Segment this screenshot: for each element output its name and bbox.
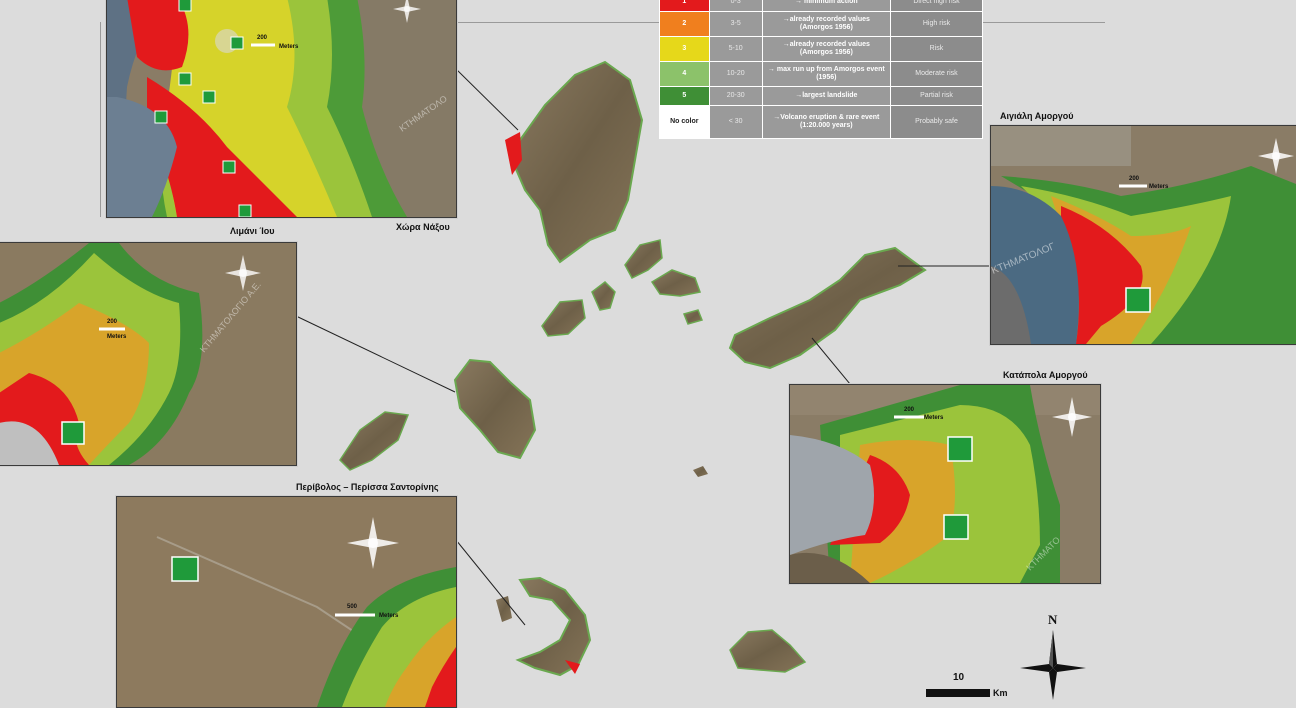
santorini-title: Περίβολος – Περίσσα Σαντορίνης <box>296 482 439 492</box>
small-island <box>650 269 701 297</box>
legend-description: → minimum action <box>761 0 891 12</box>
naxos-scale-unit: Meters <box>279 44 299 50</box>
amorgos-island <box>728 246 927 370</box>
inset-ios: 200 Meters ΚΤΗΜΑΤΟΛΟΓΙΟ Α.Ε. <box>0 242 297 466</box>
inset-katapola: 200 Meters ΚΤΗΜΑΤΟ <box>789 384 1101 584</box>
legend-level: 2 <box>659 11 710 37</box>
santorini-island <box>515 576 592 677</box>
safe-zone-icon <box>1125 287 1151 313</box>
inset-aigiali: 200 Meters ΚΤΗΜΑΤΟΛΟΓ <box>990 125 1296 345</box>
small-island <box>624 239 663 279</box>
inset-santorini: 500 Meters <box>116 496 457 708</box>
safe-zone-icon <box>947 436 973 462</box>
legend-risk: Probably safe <box>889 105 984 139</box>
legend-level: 5 <box>659 86 710 106</box>
naxos-island <box>510 60 644 264</box>
legend-level: 4 <box>659 61 710 87</box>
naxos-scale-value: 200 <box>257 35 268 41</box>
legend-range: < 30 <box>708 105 763 139</box>
legend-description: →already recorded values (Amorgos 1956) <box>761 11 891 37</box>
santorini-scale-value: 500 <box>347 604 358 610</box>
small-island <box>591 281 616 311</box>
legend-row: 5 20-30 →largest landslide Partial risk <box>659 86 984 106</box>
legend-risk: Risk <box>889 36 984 62</box>
legend-risk: Partial risk <box>889 86 984 106</box>
inset-naxos: 200 Meters ΚΤΗΜΑΤΟΛΟ <box>106 0 457 218</box>
anafi-island <box>729 629 807 673</box>
small-island <box>682 309 704 325</box>
legend-risk: High risk <box>889 11 984 37</box>
safe-zone-icon <box>61 421 85 445</box>
katapola-title: Κατάπολα Αμοργού <box>1003 370 1088 380</box>
scalebar-value: 10 <box>953 672 965 683</box>
aigiali-scale-unit: Meters <box>1149 184 1169 190</box>
ios-title: Λιμάνι Ίου <box>230 226 275 236</box>
ios-scale-unit: Meters <box>107 334 127 340</box>
ios-scale-value: 200 <box>107 319 118 325</box>
legend-risk: Direct high risk <box>889 0 984 12</box>
legend-range: 0-3 <box>708 0 763 12</box>
naxos-title: Χώρα Νάξου <box>396 222 450 232</box>
legend-row: 1 0-3 → minimum action Direct high risk <box>659 0 984 12</box>
legend-description: →already recorded values (Amorgos 1956) <box>761 36 891 62</box>
north-arrow-icon: N <box>1020 612 1086 700</box>
legend-range: 3-5 <box>708 11 763 37</box>
frame-line-left <box>100 22 101 217</box>
safe-zone-icon <box>171 556 199 582</box>
legend-description: →Volcano eruption & rare event (1:20.000… <box>761 105 891 139</box>
small-island <box>693 466 708 477</box>
legend-row: 4 10-20 → max run up from Amorgos event (1… <box>659 61 984 87</box>
legend-description: → max run up from Amorgos event (1956) <box>761 61 891 87</box>
legend-row: 3 5-10 →already recorded values (Amorgos 1… <box>659 36 984 62</box>
katapola-scale-value: 200 <box>904 407 915 413</box>
ios-island <box>453 358 537 460</box>
santorini-scale-unit: Meters <box>379 613 399 619</box>
legend-row: 2 3-5 →already recorded values (Amorgos 19… <box>659 11 984 37</box>
legend-level: 3 <box>659 36 710 62</box>
katapola-scale-unit: Meters <box>924 415 944 421</box>
north-label: N <box>1048 612 1058 627</box>
risk-legend: 1 0-3 → minimum action Direct high risk 2 3-5… <box>659 0 984 139</box>
small-island <box>541 299 586 337</box>
legend-range: 20-30 <box>708 86 763 106</box>
legend-range: 10-20 <box>708 61 763 87</box>
safe-zone-icon <box>943 514 969 540</box>
small-island <box>339 411 410 471</box>
scalebar <box>926 689 990 697</box>
aigiali-title: Αιγιάλη Αμοργού <box>1000 111 1074 121</box>
scalebar-unit: Km <box>993 688 1008 698</box>
legend-description: →largest landslide <box>761 86 891 106</box>
legend-row: No color < 30 →Volcano eruption & rare eve… <box>659 105 984 139</box>
legend-level: 1 <box>659 0 710 12</box>
legend-level: No color <box>659 105 710 139</box>
legend-range: 5-10 <box>708 36 763 62</box>
legend-risk: Moderate risk <box>889 61 984 87</box>
aigiali-scale-value: 200 <box>1129 176 1140 182</box>
